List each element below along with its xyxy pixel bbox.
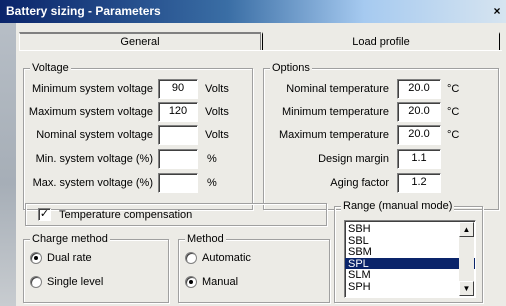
options-legend: Options <box>270 62 312 74</box>
minimum-temperature-label: Minimum temperature <box>282 106 389 118</box>
list-item[interactable]: SLM <box>345 269 475 281</box>
max-system-voltage-pct-label: Max. system voltage (%) <box>32 177 153 189</box>
automatic-radio[interactable] <box>185 252 197 264</box>
nominal-system-voltage-unit: Volts <box>205 129 229 141</box>
dual-rate-label: Dual rate <box>47 252 92 264</box>
list-item[interactable]: SBH <box>345 223 475 235</box>
nominal-temperature-input[interactable]: 20.0 <box>397 79 441 99</box>
maximum-temperature-input[interactable]: 20.0 <box>397 125 441 145</box>
manual-radio[interactable] <box>185 276 197 288</box>
list-item[interactable]: SBL <box>345 235 475 247</box>
list-item-selected[interactable]: SPL <box>345 257 475 269</box>
options-group: Options Nominal temperature 20.0 °C Mini… <box>263 62 499 210</box>
method-legend: Method <box>185 233 226 245</box>
manual-label: Manual <box>202 276 239 288</box>
background-left <box>0 0 16 306</box>
temperature-compensation-box: ✓ Temperature compensation <box>25 203 327 226</box>
close-button[interactable]: × <box>490 4 504 18</box>
list-item[interactable]: SPH <box>345 281 475 293</box>
method-group: Method Automatic Manual <box>178 233 330 303</box>
tab-load-profile[interactable]: Load profile <box>262 32 500 50</box>
nominal-temperature-unit: °C <box>447 83 460 95</box>
single-level-radio[interactable] <box>30 276 42 288</box>
charge-method-group: Charge method Dual rate Single level <box>23 233 169 303</box>
voltage-group: Voltage Minimum system voltage 90 Volts … <box>23 62 253 210</box>
tab-general[interactable]: General <box>19 32 261 50</box>
min-system-voltage-unit: Volts <box>205 83 229 95</box>
aging-factor-input[interactable]: 1.2 <box>397 173 441 193</box>
max-system-voltage-unit: Volts <box>205 106 229 118</box>
min-system-voltage-pct-unit: % <box>207 153 217 165</box>
dual-rate-radio[interactable] <box>30 252 42 264</box>
nominal-system-voltage-label: Nominal system voltage <box>36 129 153 141</box>
window-title: Battery sizing - Parameters <box>6 4 161 18</box>
aging-factor-label: Aging factor <box>330 177 389 189</box>
min-system-voltage-label: Minimum system voltage <box>31 83 153 95</box>
design-margin-label: Design margin <box>318 153 389 165</box>
charge-method-legend: Charge method <box>30 233 110 245</box>
nominal-temperature-label: Nominal temperature <box>286 83 389 95</box>
title-bar[interactable]: Battery sizing - Parameters × <box>0 0 506 23</box>
dialog-body: General Load profile Voltage Minimum sys… <box>16 23 506 306</box>
temperature-compensation-label: Temperature compensation <box>59 209 193 221</box>
max-system-voltage-label: Maximum system voltage <box>28 106 153 118</box>
scroll-down-icon[interactable]: ▼ <box>459 281 474 296</box>
nominal-system-voltage-input[interactable] <box>158 125 198 145</box>
list-item[interactable]: SBM <box>345 246 475 258</box>
range-listbox[interactable]: SBH SBL SBM SPL SLM SPH ▲ ▼ <box>344 220 476 298</box>
voltage-legend: Voltage <box>30 62 71 74</box>
range-legend: Range (manual mode) <box>341 200 455 212</box>
range-scrollbar[interactable]: ▲ ▼ <box>459 222 474 296</box>
minimum-temperature-unit: °C <box>447 106 460 118</box>
max-system-voltage-input[interactable]: 120 <box>158 102 198 122</box>
automatic-label: Automatic <box>202 252 251 264</box>
min-system-voltage-input[interactable]: 90 <box>158 79 198 99</box>
temperature-compensation-checkbox[interactable]: ✓ <box>38 208 51 221</box>
max-system-voltage-pct-input[interactable] <box>158 173 198 193</box>
single-level-label: Single level <box>47 276 104 288</box>
max-system-voltage-pct-unit: % <box>207 177 217 189</box>
maximum-temperature-label: Maximum temperature <box>278 129 389 141</box>
range-group: Range (manual mode) SBH SBL SBM SPL SLM … <box>334 200 483 303</box>
min-system-voltage-pct-label: Min. system voltage (%) <box>35 153 153 165</box>
design-margin-input[interactable]: 1.1 <box>397 149 441 169</box>
min-system-voltage-pct-input[interactable] <box>158 149 198 169</box>
tab-panel-edge <box>19 50 502 51</box>
minimum-temperature-input[interactable]: 20.0 <box>397 102 441 122</box>
maximum-temperature-unit: °C <box>447 129 460 141</box>
scroll-up-icon[interactable]: ▲ <box>459 222 474 237</box>
